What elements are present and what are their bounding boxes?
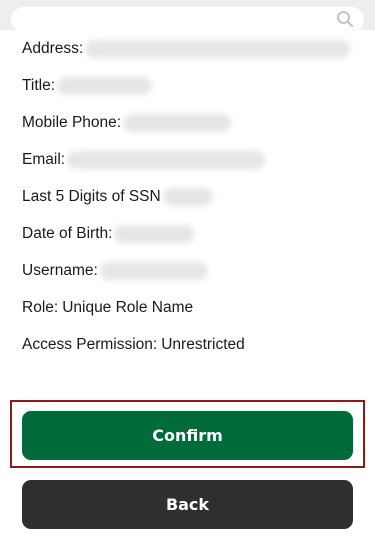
search-input[interactable] <box>11 7 364 32</box>
back-button[interactable]: Back <box>22 480 353 529</box>
field-date-of-birth: Date of Birth: <box>22 223 362 260</box>
top-bar <box>0 0 375 32</box>
field-label: Role: <box>22 299 59 316</box>
field-role: Role: Unique Role Name <box>22 297 362 334</box>
redacted-value <box>57 77 153 95</box>
field-label: Mobile Phone: <box>22 114 122 131</box>
field-address: Address: <box>22 38 362 75</box>
redacted-value <box>123 114 232 132</box>
redacted-value <box>85 40 351 58</box>
field-value: Unique Role Name <box>62 299 194 316</box>
confirm-button[interactable]: Confirm <box>22 411 353 460</box>
redacted-value <box>114 225 195 243</box>
field-email: Email: <box>22 149 362 186</box>
field-value: Unrestricted <box>161 336 245 353</box>
field-username: Username: <box>22 260 362 297</box>
redacted-value <box>162 188 213 206</box>
field-title: Title: <box>22 75 362 112</box>
user-details: Address: Title: Mobile Phone: Email: Las… <box>22 38 362 371</box>
field-label: Last 5 Digits of SSN <box>22 188 161 205</box>
field-access-permission: Access Permission: Unrestricted <box>22 334 362 371</box>
field-label: Address: <box>22 40 84 57</box>
field-label: Email: <box>22 151 66 168</box>
redacted-value <box>99 262 208 280</box>
field-mobile-phone: Mobile Phone: <box>22 112 362 149</box>
search-icon[interactable] <box>336 10 354 28</box>
field-ssn-last5: Last 5 Digits of SSN <box>22 186 362 223</box>
field-label: Date of Birth: <box>22 225 113 242</box>
field-label: Title: <box>22 77 56 94</box>
field-label: Username: <box>22 262 98 279</box>
field-label: Access Permission: <box>22 336 158 353</box>
redacted-value <box>67 151 266 169</box>
